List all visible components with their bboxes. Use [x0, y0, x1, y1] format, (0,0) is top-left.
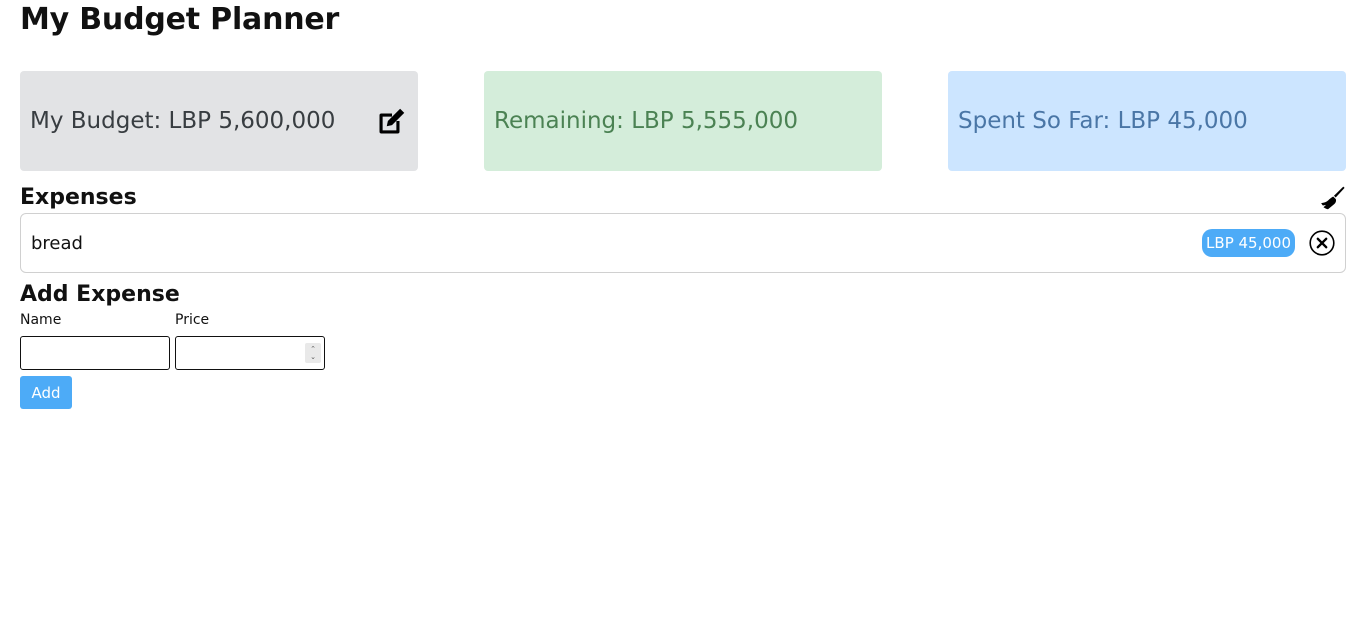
expense-amount-badge: LBP 45,000 [1202, 229, 1295, 257]
edit-icon[interactable] [376, 105, 408, 137]
close-circle-icon[interactable] [1309, 230, 1335, 256]
summary-cards: My Budget: LBP 5,600,000 Remaining: LBP … [20, 71, 1346, 171]
price-label: Price [175, 312, 210, 328]
expense-name: bread [31, 232, 83, 254]
page-title: My Budget Planner [20, 2, 340, 37]
name-input[interactable] [20, 336, 170, 370]
spent-text: Spent So Far: LBP 45,000 [958, 108, 1248, 134]
expenses-heading: Expenses [20, 185, 137, 210]
budget-card: My Budget: LBP 5,600,000 [20, 71, 418, 171]
remaining-text: Remaining: LBP 5,555,000 [494, 108, 799, 134]
add-expense-form: Name Price ⌃ ⌄ [20, 311, 1346, 370]
name-field-group: Name [20, 311, 170, 370]
broom-icon[interactable] [1320, 185, 1346, 211]
add-expense-heading: Add Expense [20, 282, 180, 307]
name-label: Name [20, 312, 62, 328]
expense-list: bread LBP 45,000 [20, 213, 1346, 273]
spent-card: Spent So Far: LBP 45,000 [948, 71, 1346, 171]
price-input[interactable] [175, 336, 325, 370]
remaining-card: Remaining: LBP 5,555,000 [484, 71, 882, 171]
price-input-wrapper: ⌃ ⌄ [175, 336, 325, 370]
expenses-header: Expenses [20, 183, 1346, 213]
app-root: My Budget Planner My Budget: LBP 5,600,0… [0, 0, 1366, 409]
price-field-group: Price ⌃ ⌄ [175, 311, 325, 370]
budget-text: My Budget: LBP 5,600,000 [30, 108, 336, 134]
add-button[interactable]: Add [20, 376, 72, 409]
